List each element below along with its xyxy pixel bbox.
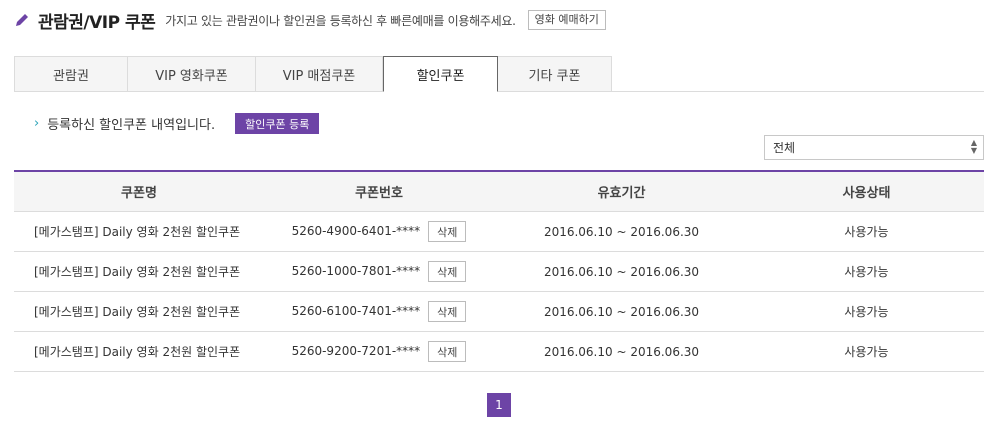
- book-movie-button[interactable]: 영화 예매하기: [527, 10, 606, 30]
- table-row: [메가스탬프] Daily 영화 2천원 할인쿠폰 5260-6100-7401…: [14, 291, 984, 332]
- page-title: 관람권/VIP 쿠폰: [38, 12, 156, 33]
- pencil-icon: [14, 11, 32, 29]
- coupon-period: 2016.06.10 ~ 2016.06.30: [494, 291, 749, 332]
- table-header-row: 쿠폰명 쿠폰번호 유효기간 사용상태: [14, 170, 984, 212]
- page-header: 관람권/VIP 쿠폰 가지고 있는 관람권이나 할인권을 등록하신 후 빠른예매…: [14, 6, 606, 34]
- page-number-current[interactable]: 1: [487, 393, 511, 417]
- tab-ticket[interactable]: 관람권: [14, 56, 128, 91]
- coupon-period: 2016.06.10 ~ 2016.06.30: [494, 251, 749, 292]
- column-header-number: 쿠폰번호: [264, 170, 494, 212]
- tab-discount-coupon[interactable]: 할인쿠폰: [383, 56, 498, 92]
- delete-button[interactable]: 삭제: [428, 301, 467, 322]
- filter-selected-value: 전체: [773, 141, 796, 155]
- coupon-name: [메가스탬프] Daily 영화 2천원 할인쿠폰: [14, 211, 264, 252]
- coupon-number: 5260-6100-7401-****: [291, 304, 421, 318]
- coupon-period: 2016.06.10 ~ 2016.06.30: [494, 211, 749, 252]
- page-subtitle: 가지고 있는 관람권이나 할인권을 등록하신 후 빠른예매를 이용해주세요.: [165, 13, 516, 28]
- table-row: [메가스탬프] Daily 영화 2천원 할인쿠폰 5260-9200-7201…: [14, 331, 984, 372]
- tab-vip-movie-coupon[interactable]: VIP 영화쿠폰: [128, 56, 256, 91]
- select-arrows-icon: ▲ ▼: [970, 138, 977, 155]
- tab-vip-snack-coupon[interactable]: VIP 매점쿠폰: [256, 56, 383, 91]
- delete-button[interactable]: 삭제: [428, 221, 467, 242]
- coupon-status: 사용가능: [749, 331, 984, 372]
- delete-button[interactable]: 삭제: [428, 261, 467, 282]
- coupon-number-cell: 5260-9200-7201-**** 삭제: [264, 331, 494, 372]
- coupon-number: 5260-4900-6401-****: [291, 224, 421, 238]
- delete-button[interactable]: 삭제: [428, 341, 467, 362]
- table-row: [메가스탬프] Daily 영화 2천원 할인쿠폰 5260-1000-7801…: [14, 251, 984, 292]
- coupon-number-cell: 5260-4900-6401-**** 삭제: [264, 211, 494, 252]
- column-header-name: 쿠폰명: [14, 170, 264, 212]
- tab-other-coupon[interactable]: 기타 쿠폰: [498, 56, 612, 91]
- table-row: [메가스탬프] Daily 영화 2천원 할인쿠폰 5260-4900-6401…: [14, 211, 984, 252]
- column-header-period: 유효기간: [494, 170, 749, 212]
- coupon-number: 5260-1000-7801-****: [291, 264, 421, 278]
- register-coupon-button[interactable]: 할인쿠폰 등록: [235, 113, 320, 134]
- coupon-number-cell: 5260-1000-7801-**** 삭제: [264, 251, 494, 292]
- coupon-name: [메가스탬프] Daily 영화 2천원 할인쿠폰: [14, 331, 264, 372]
- coupon-status: 사용가능: [749, 251, 984, 292]
- coupon-name: [메가스탬프] Daily 영화 2천원 할인쿠폰: [14, 251, 264, 292]
- coupon-period: 2016.06.10 ~ 2016.06.30: [494, 331, 749, 372]
- pagination: 1: [487, 393, 511, 417]
- coupon-tabs: 관람권 VIP 영화쿠폰 VIP 매점쿠폰 할인쿠폰 기타 쿠폰: [14, 56, 984, 92]
- status-filter-select[interactable]: 전체 ▲ ▼: [764, 135, 984, 160]
- coupon-number-cell: 5260-6100-7401-**** 삭제: [264, 291, 494, 332]
- coupon-number: 5260-9200-7201-****: [291, 344, 421, 358]
- coupon-status: 사용가능: [749, 211, 984, 252]
- coupon-name: [메가스탬프] Daily 영화 2천원 할인쿠폰: [14, 291, 264, 332]
- coupon-status: 사용가능: [749, 291, 984, 332]
- sub-description: 등록하신 할인쿠폰 내역입니다.: [47, 118, 216, 133]
- chevron-right-icon: ›: [34, 116, 40, 131]
- coupon-table: 쿠폰명 쿠폰번호 유효기간 사용상태 [메가스탬프] Daily 영화 2천원 …: [14, 170, 984, 372]
- sub-header: › 등록하신 할인쿠폰 내역입니다. 할인쿠폰 등록: [34, 113, 320, 134]
- column-header-status: 사용상태: [749, 170, 984, 212]
